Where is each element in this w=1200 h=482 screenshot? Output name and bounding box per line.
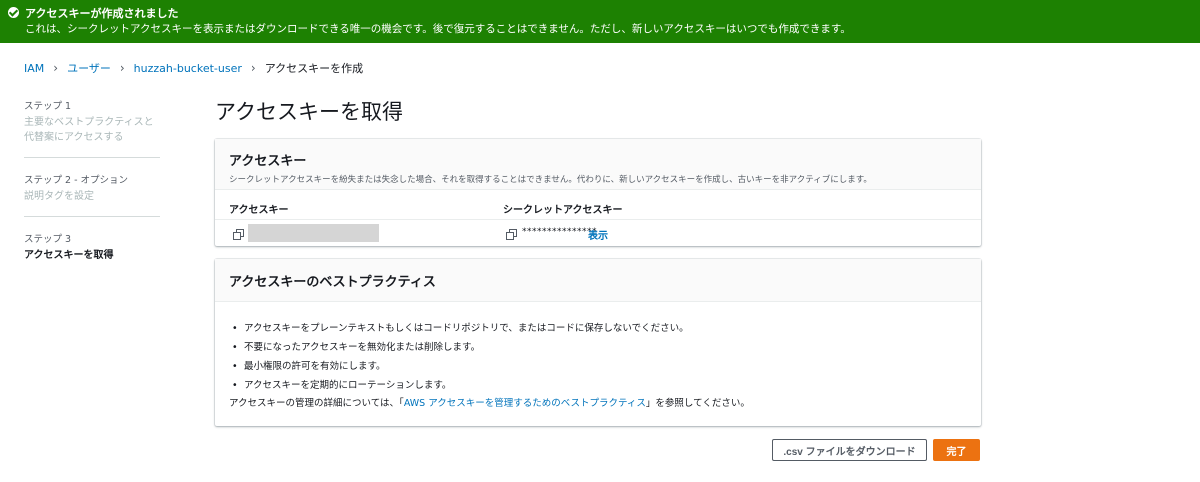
wizard-step-3: ステップ 3 アクセスキーを取得 [24,231,160,275]
success-banner: アクセスキーが作成されました これは、シークレットアクセスキーを表示またはダウン… [0,0,1200,43]
best-practices-link[interactable]: AWS アクセスキーを管理するためのベストプラクティス [404,398,646,409]
done-button[interactable]: 完了 [933,439,980,461]
step-name: 主要なベストプラクティスと代替案にアクセスする [24,117,154,143]
list-item: 最小権限の許可を有効にします。 [232,357,689,376]
wizard-steps: ステップ 1 主要なベストプラクティスと代替案にアクセスする ステップ 2 - … [24,98,160,289]
breadcrumb: IAM › ユーザー › huzzah-bucket-user › アクセスキー… [24,60,363,76]
chevron-right-icon: › [119,61,125,75]
breadcrumb-user[interactable]: huzzah-bucket-user [134,62,242,75]
show-secret-link[interactable]: 表示 [588,227,608,242]
footer-suffix: 」を参照してください。 [645,398,750,409]
chevron-right-icon: › [53,61,59,75]
list-item: アクセスキーをプレーンテキストもしくはコードリポジトリで、またはコードに保存しな… [232,319,689,338]
page-title: アクセスキーを取得 [215,100,403,124]
copy-icon[interactable] [506,229,517,240]
divider [215,219,981,220]
check-circle-icon [8,7,19,18]
access-key-card: アクセスキー シークレットアクセスキーを紛失または失念した場合、それを取得するこ… [215,139,981,246]
banner-text: これは、シークレットアクセスキーを表示またはダウンロードできる唯一の機会です。後… [25,23,851,35]
step-number: ステップ 3 [24,234,72,245]
access-key-value-redacted [248,224,379,242]
list-item: 不要になったアクセスキーを無効化または削除します。 [232,338,689,357]
card-title: アクセスキーのベストプラクティス [229,275,436,290]
breadcrumb-users[interactable]: ユーザー [67,60,111,76]
breadcrumb-current: アクセスキーを作成 [264,62,364,75]
best-practices-footer: アクセスキーの管理の詳細については、「AWS アクセスキーを管理するためのベスト… [229,395,750,409]
wizard-step-1[interactable]: ステップ 1 主要なベストプラクティスと代替案にアクセスする [24,98,160,158]
copy-icon[interactable] [233,229,244,240]
download-csv-button[interactable]: .csv ファイルをダウンロード [772,439,927,461]
card-header: アクセスキーのベストプラクティス [215,259,981,302]
footer-prefix: アクセスキーの管理の詳細については、「 [229,398,404,409]
card-header: アクセスキー シークレットアクセスキーを紛失または失念した場合、それを取得するこ… [215,139,981,190]
step-name: 説明タグを設定 [24,191,94,202]
secret-key-masked: *************** [522,227,597,237]
wizard-step-2[interactable]: ステップ 2 - オプション 説明タグを設定 [24,172,160,217]
card-description: シークレットアクセスキーを紛失または失念した場合、それを取得することはできません… [229,175,872,185]
banner-title: アクセスキーが作成されました [25,7,179,20]
card-title: アクセスキー [229,154,307,169]
list-item: アクセスキーを定期的にローテーションします。 [232,376,689,395]
step-number: ステップ 1 [24,101,72,112]
access-key-label: アクセスキー [229,205,289,216]
chevron-right-icon: › [250,61,256,75]
best-practices-card: アクセスキーのベストプラクティス アクセスキーをプレーンテキストもしくはコードリ… [215,259,981,426]
secret-key-label: シークレットアクセスキー [503,205,623,216]
breadcrumb-iam[interactable]: IAM [24,62,44,75]
best-practices-list: アクセスキーをプレーンテキストもしくはコードリポジトリで、またはコードに保存しな… [232,319,689,395]
step-number: ステップ 2 - オプション [24,175,129,186]
step-name: アクセスキーを取得 [24,250,114,261]
